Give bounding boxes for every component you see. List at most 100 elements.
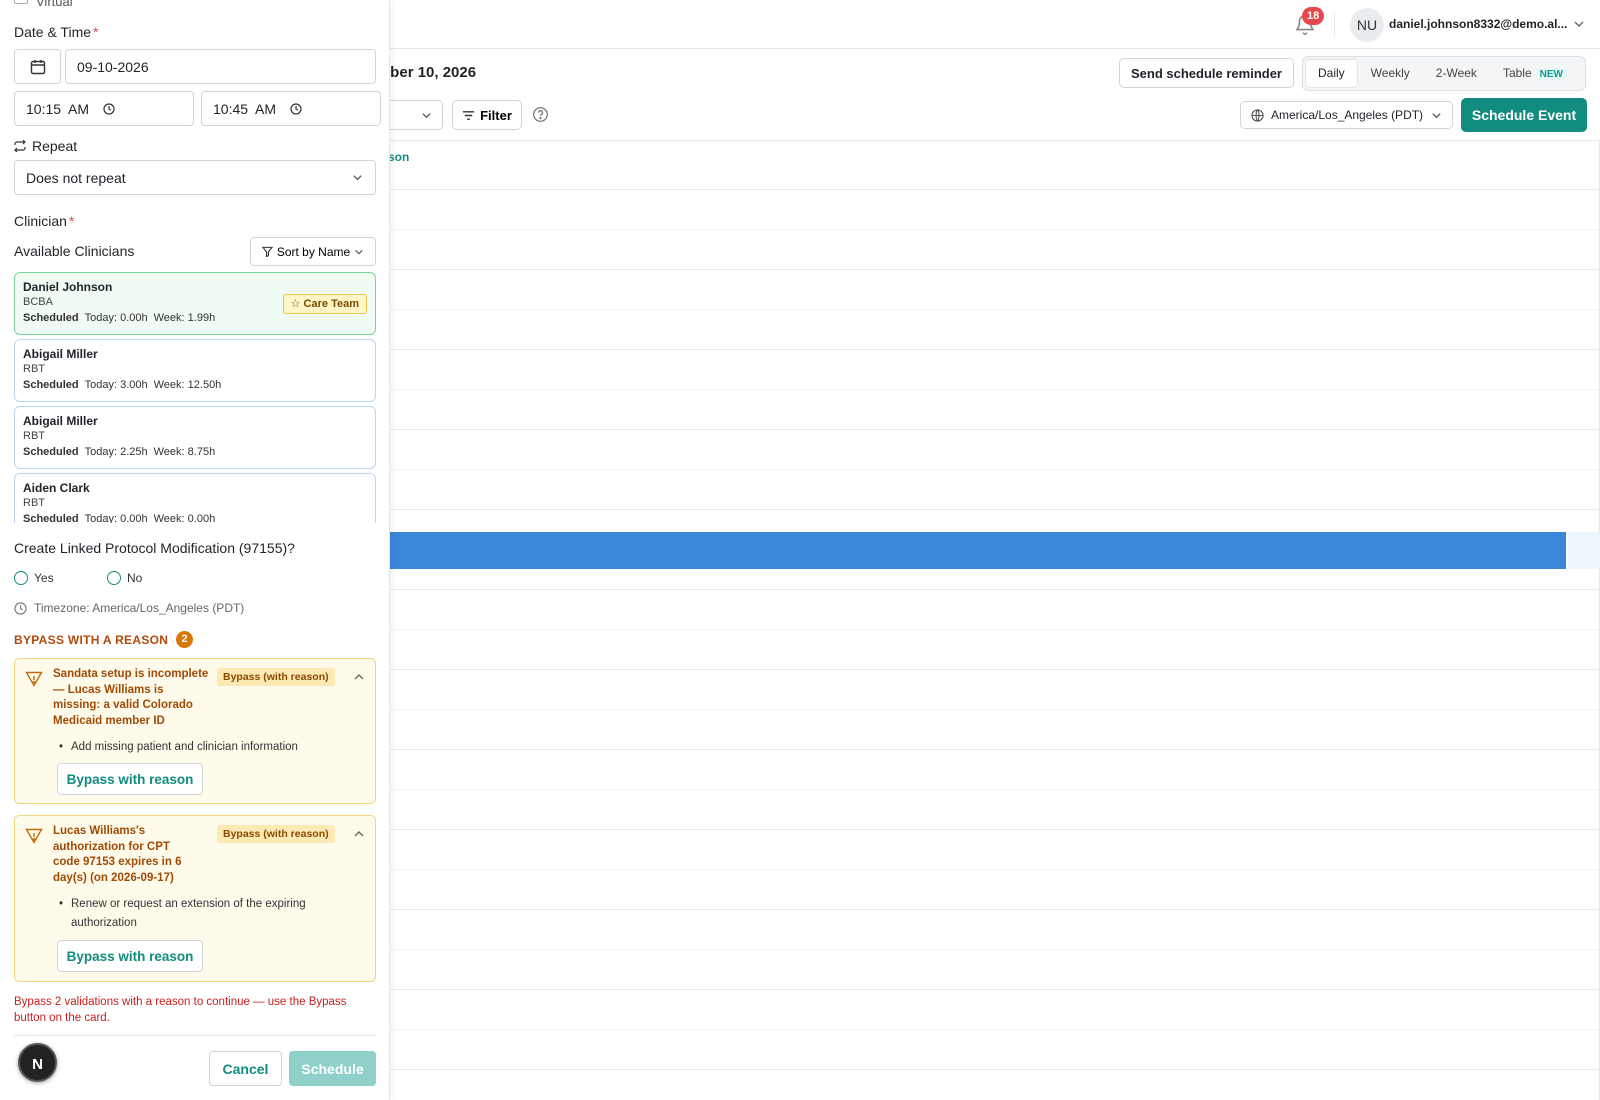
clock-icon [290,102,302,115]
clinician-card[interactable]: Abigail Miller RBT Scheduled Today: 3.00h… [14,339,376,402]
clinician-status: Scheduled [23,446,79,458]
end-time-value: 10:45 AM [213,100,277,117]
date-picker-button[interactable] [14,49,61,84]
virtual-checkbox[interactable] [14,0,28,4]
chevron-down-icon[interactable] [1573,18,1585,30]
clinician-week-hours: Week: 8.75h [153,446,216,458]
chevron-down-icon [422,113,431,119]
grid-line [388,989,1600,990]
clinician-card[interactable]: Aiden Clark RBT Scheduled Today: 0.00h Wee… [14,473,376,523]
view-table-tab[interactable]: Table NEW [1491,60,1579,87]
chevron-down-icon [1432,112,1441,118]
calendar-grid[interactable] [388,140,1600,1100]
schedule-event-drawer: Virtual Date & Time * 09-10-2026 10:15 AM… [0,0,390,1100]
virtual-label: Virtual [36,0,73,9]
available-clinicians-title: Available Clinicians [14,243,135,259]
calendar-event[interactable] [388,532,1566,569]
repeat-value: Does not repeat [26,169,126,186]
bypass-with-reason-button[interactable]: Bypass with reason [57,940,203,972]
view-daily-tab[interactable]: Daily [1306,60,1357,87]
radio-circle[interactable] [107,571,121,585]
bypass-count-badge: 2 [176,631,194,648]
clinician-card[interactable]: Abigail Miller RBT Scheduled Today: 2.25h… [14,406,376,469]
grid-line [388,189,1600,190]
start-time-value: 10:15 AM [26,100,90,117]
clinician-week-hours: Week: 0.00h [153,513,216,523]
calendar-event-tail [1568,532,1600,569]
grid-line [388,349,1600,350]
clinician-stats: Scheduled Today: 3.00h Week: 12.50h [23,377,375,393]
date-input[interactable]: 09-10-2026 [65,49,376,84]
grid-line [388,909,1600,910]
user-email[interactable]: daniel.johnson8332@demo.al... [1389,17,1569,31]
clinician-list[interactable]: Daniel Johnson BCBA Scheduled Today: 0.00… [14,272,376,523]
radio-yes[interactable]: Yes [14,571,54,585]
radio-no[interactable]: No [107,571,142,585]
clinician-status: Scheduled [23,312,79,324]
chevron-up-icon[interactable] [353,828,365,840]
validation-warning-card: Sandata setup is incomplete — Lucas Will… [14,658,376,804]
send-schedule-reminder-button[interactable]: Send schedule reminder [1119,58,1294,88]
clinician-name: Aiden Clark [23,481,90,495]
floating-action-button[interactable]: N [18,1043,57,1082]
bypass-heading: BYPASS WITH A REASON 2 [14,631,194,648]
validation-warning-card: Lucas Williams's authorization for CPT c… [14,815,376,982]
bypass-with-reason-button[interactable]: Bypass with reason [57,763,203,795]
grid-line [388,269,1600,270]
view-switcher: Daily Weekly 2-Week Table NEW [1302,56,1586,91]
help-icon[interactable] [532,106,549,123]
repeat-icon [14,140,26,152]
clinician-name: Daniel Johnson [23,280,113,294]
clinician-role: RBT [23,430,45,442]
schedule-event-button[interactable]: Schedule Event [1461,98,1587,132]
clock-icon [103,102,115,115]
grid-line [388,509,1600,510]
filter-icon [463,110,475,120]
header-divider [1334,13,1335,37]
new-tag: NEW [1535,68,1567,81]
warning-title: Lucas Williams's authorization for CPT c… [53,825,182,884]
clinician-today-hours: Today: 2.25h [84,446,148,458]
view-2-week-tab[interactable]: 2-Week [1424,60,1489,87]
clinician-card[interactable]: Daniel Johnson BCBA Scheduled Today: 0.00… [14,272,376,335]
repeat-select[interactable]: Does not repeat [14,160,376,195]
view-weekly-tab[interactable]: Weekly [1359,60,1422,87]
avatar[interactable]: NU [1350,8,1384,42]
grid-line [388,229,1600,230]
sort-by-name-button[interactable]: Sort by Name [250,237,376,266]
grid-line [388,789,1600,790]
clock-icon [14,601,27,615]
cancel-button[interactable]: Cancel [209,1051,282,1086]
schedule-button[interactable]: Schedule [289,1051,376,1086]
grid-line [388,829,1600,830]
calendar-date-heading: September 10, 2026 [388,64,477,81]
chevron-up-icon[interactable] [353,671,365,683]
timezone-select[interactable]: America/Los_Angeles (PDT) [1240,101,1453,129]
radio-circle[interactable] [14,571,28,585]
repeat-label: Repeat [14,138,77,154]
grid-line [388,1069,1600,1070]
chevron-down-icon [355,249,363,254]
bypass-type-badge: Bypass (with reason) [217,825,335,843]
end-time-input[interactable]: 10:45 AM [201,91,381,126]
clinician-stats: Scheduled Today: 2.25h Week: 8.75h [23,444,375,460]
clinician-status: Scheduled [23,513,79,523]
warning-icon [25,671,43,687]
grid-line [388,469,1600,470]
grid-line [388,589,1600,590]
grid-line [388,749,1600,750]
timezone-note-text: Timezone: America/Los_Angeles (PDT) [34,601,245,615]
clinician-text: Clinician [14,213,67,229]
start-time-input[interactable]: 10:15 AM [14,91,194,126]
resource-column-label: son [388,150,410,164]
view-label: 2-Week [1435,66,1477,80]
calendar-resource-select[interactable] [388,100,443,130]
filter-button[interactable]: Filter [452,100,522,130]
clinician-role: RBT [23,497,45,509]
validation-error-message: Bypass 2 validations with a reason to co… [14,996,347,1024]
warning-remedy: Add missing patient and clinician inform… [59,738,351,757]
clinician-stats: Scheduled Today: 0.00h Week: 0.00h [23,511,375,523]
warning-title: Sandata setup is incomplete — Lucas Will… [53,668,209,727]
warning-icon [25,828,43,844]
grid-line [388,869,1600,870]
